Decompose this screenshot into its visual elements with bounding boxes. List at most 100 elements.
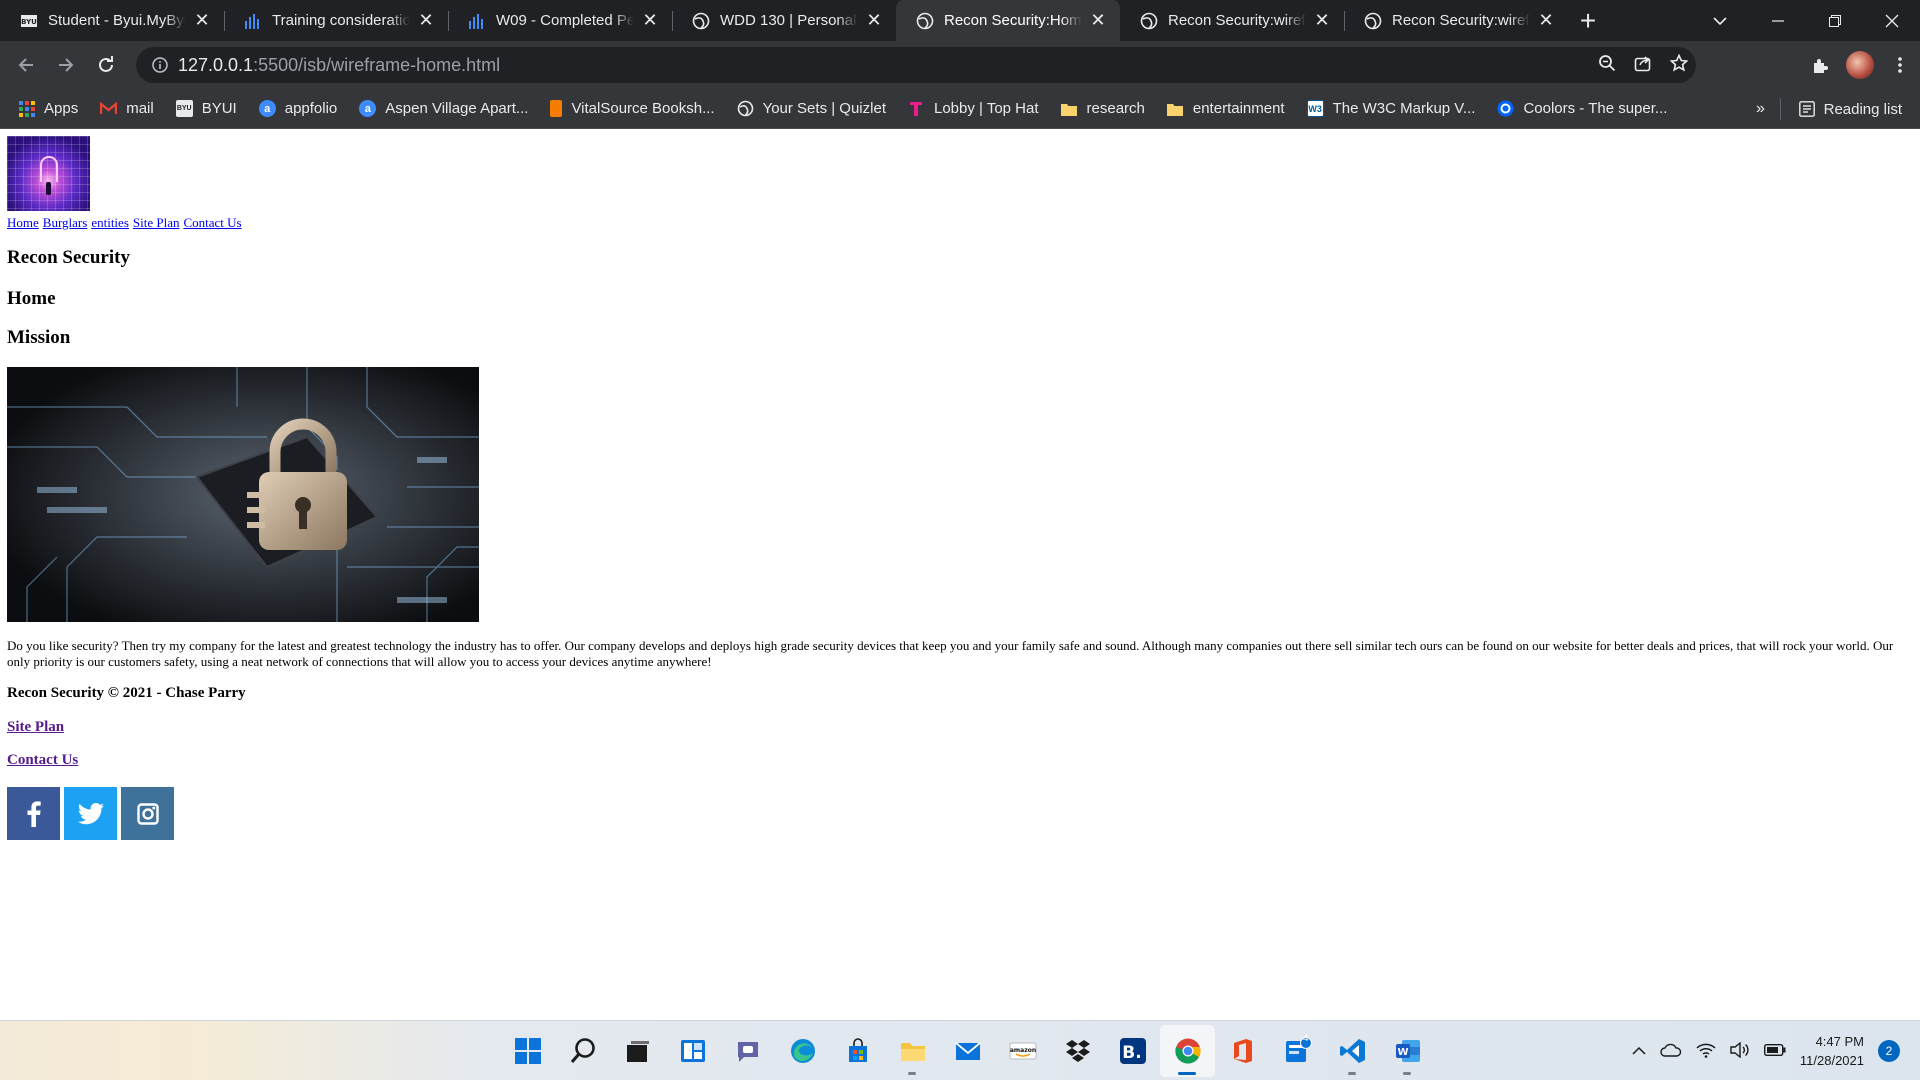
more-menu-icon[interactable] (1886, 51, 1914, 79)
info-icon[interactable] (142, 57, 178, 73)
site-logo[interactable] (7, 136, 90, 211)
chevron-up-icon[interactable] (1632, 1044, 1646, 1059)
store-icon[interactable] (830, 1025, 885, 1077)
todo-badge: 4 (1303, 1033, 1309, 1044)
tab-recon-wireframe-2[interactable]: Recon Security:wireframe ✕ (1344, 0, 1568, 41)
share-icon[interactable] (1634, 54, 1652, 77)
tab-title: Recon Security:wireframe (1392, 12, 1530, 29)
close-tab-icon[interactable]: ✕ (1312, 10, 1332, 31)
bookmark-byui[interactable]: BYU BYUI (175, 100, 237, 117)
amazon-icon[interactable]: amazon (995, 1025, 1050, 1077)
facebook-icon[interactable] (7, 787, 60, 840)
hero-padlock-image (7, 367, 479, 622)
volume-icon[interactable] (1730, 1041, 1750, 1061)
onedrive-icon[interactable] (1660, 1043, 1682, 1060)
chrome-icon[interactable] (1160, 1025, 1215, 1077)
close-tab-icon[interactable]: ✕ (192, 10, 212, 31)
bookmark-research[interactable]: research (1061, 100, 1145, 117)
twitter-icon[interactable] (64, 787, 117, 840)
task-view-icon[interactable] (610, 1025, 665, 1077)
social-links (7, 787, 178, 840)
edge-icon[interactable] (775, 1025, 830, 1077)
back-arrow-icon[interactable] (6, 45, 46, 85)
svg-text:B.: B. (1122, 1043, 1141, 1063)
close-tab-icon[interactable]: ✕ (1088, 10, 1108, 31)
teams-chat-icon[interactable] (720, 1025, 775, 1077)
bookmark-tophat[interactable]: Lobby | Top Hat (908, 100, 1039, 117)
reading-list-button[interactable]: Reading list (1779, 89, 1902, 129)
byui-icon: BYU (20, 12, 38, 30)
new-tab-button[interactable]: + (1568, 0, 1608, 41)
battery-icon[interactable] (1763, 1043, 1786, 1059)
office-icon[interactable] (1215, 1025, 1270, 1077)
nav-contact-link[interactable]: Contact Us (183, 215, 241, 230)
forward-arrow-icon[interactable] (46, 45, 86, 85)
profile-avatar[interactable] (1846, 51, 1874, 79)
gmail-icon (100, 100, 118, 117)
divider (1779, 98, 1781, 120)
bookmark-label: research (1086, 100, 1145, 117)
bookmark-coolors[interactable]: Coolors - The super... (1497, 100, 1667, 117)
tab-training[interactable]: Training considerations ✕ (224, 0, 448, 41)
file-explorer-icon[interactable] (885, 1025, 940, 1077)
bookmark-star-icon[interactable] (1669, 53, 1689, 77)
more-bookmarks-button[interactable]: » (1756, 89, 1765, 129)
close-tab-icon[interactable]: ✕ (864, 10, 884, 31)
web-page: Home Burglars entities Site Plan Contact Us … (0, 129, 1920, 1020)
search-icon[interactable] (555, 1025, 610, 1077)
reload-icon[interactable] (86, 45, 126, 85)
close-window-icon[interactable] (1863, 0, 1920, 41)
close-tab-icon[interactable]: ✕ (1536, 10, 1556, 31)
windows-taskbar: amazon B. 4 W 4:47 PM 11/28/2021 2 (0, 1020, 1920, 1080)
globe-icon (692, 12, 710, 30)
footer-contact-link[interactable]: Contact Us (7, 752, 78, 769)
zoom-icon[interactable] (1598, 54, 1616, 77)
nav-home-link[interactable]: Home (7, 215, 39, 230)
tab-byui[interactable]: BYU Student - Byui.MyByui ✕ (0, 0, 224, 41)
tab-recon-wireframe-1[interactable]: Recon Security:wireframe ✕ (1120, 0, 1344, 41)
globe-icon (916, 12, 934, 30)
bookmark-vitalsource[interactable]: VitalSource Booksh... (550, 100, 715, 117)
dropbox-icon[interactable] (1050, 1025, 1105, 1077)
bookmark-mail[interactable]: mail (100, 100, 154, 117)
address-bar[interactable]: 127.0.0.1:5500/isb/wireframe-home.html (136, 47, 1696, 83)
start-icon[interactable] (500, 1025, 555, 1077)
bookmark-apps[interactable]: Apps (18, 100, 78, 117)
bookmark-label: The W3C Markup V... (1332, 100, 1476, 117)
close-tab-icon[interactable]: ✕ (416, 10, 436, 31)
nav-site-plan-link[interactable]: Site Plan (133, 215, 180, 230)
booking-icon[interactable]: B. (1105, 1025, 1160, 1077)
tab-recon-home[interactable]: Recon Security:Home ✕ (896, 0, 1120, 41)
globe-icon (1364, 12, 1382, 30)
tab-search-icon[interactable] (1705, 0, 1735, 41)
bookmark-label: Coolors - The super... (1523, 100, 1668, 117)
wifi-icon[interactable] (1696, 1042, 1716, 1061)
tab-w09[interactable]: W09 - Completed Personal ✕ (448, 0, 672, 41)
svg-text:BYU: BYU (21, 18, 37, 26)
clock[interactable]: 4:47 PM 11/28/2021 (1800, 1032, 1864, 1070)
nav-entities-link[interactable]: entities (91, 215, 129, 230)
nav-burglars-link[interactable]: Burglars (43, 215, 88, 230)
svg-text:W: W (1397, 1047, 1408, 1058)
mail-icon[interactable] (940, 1025, 995, 1077)
widgets-icon[interactable] (665, 1025, 720, 1077)
url-host: 127.0.0.1 (178, 54, 254, 75)
todo-icon[interactable]: 4 (1270, 1025, 1325, 1077)
bookmark-appfolio[interactable]: a appfolio (258, 100, 337, 117)
word-icon[interactable]: W (1380, 1025, 1435, 1077)
bookmark-w3c[interactable]: W3 The W3C Markup V... (1306, 100, 1476, 117)
footer-site-plan-link[interactable]: Site Plan (7, 719, 64, 736)
bookmark-aspen-village[interactable]: a Aspen Village Apart... (359, 100, 528, 117)
close-tab-icon[interactable]: ✕ (640, 10, 660, 31)
bookmark-quizlet[interactable]: Your Sets | Quizlet (737, 100, 886, 117)
bookmark-entertainment[interactable]: entertainment (1167, 100, 1285, 117)
minimize-icon[interactable] (1749, 0, 1806, 41)
extensions-icon[interactable] (1806, 51, 1834, 79)
tab-wdd130[interactable]: WDD 130 | Personal Site ✕ (672, 0, 896, 41)
restore-icon[interactable] (1806, 0, 1863, 41)
notification-badge[interactable]: 2 (1878, 1040, 1900, 1062)
page-heading: Home (7, 288, 56, 309)
bookmark-label: mail (126, 100, 154, 117)
vscode-icon[interactable] (1325, 1025, 1380, 1077)
instagram-icon[interactable] (121, 787, 174, 840)
